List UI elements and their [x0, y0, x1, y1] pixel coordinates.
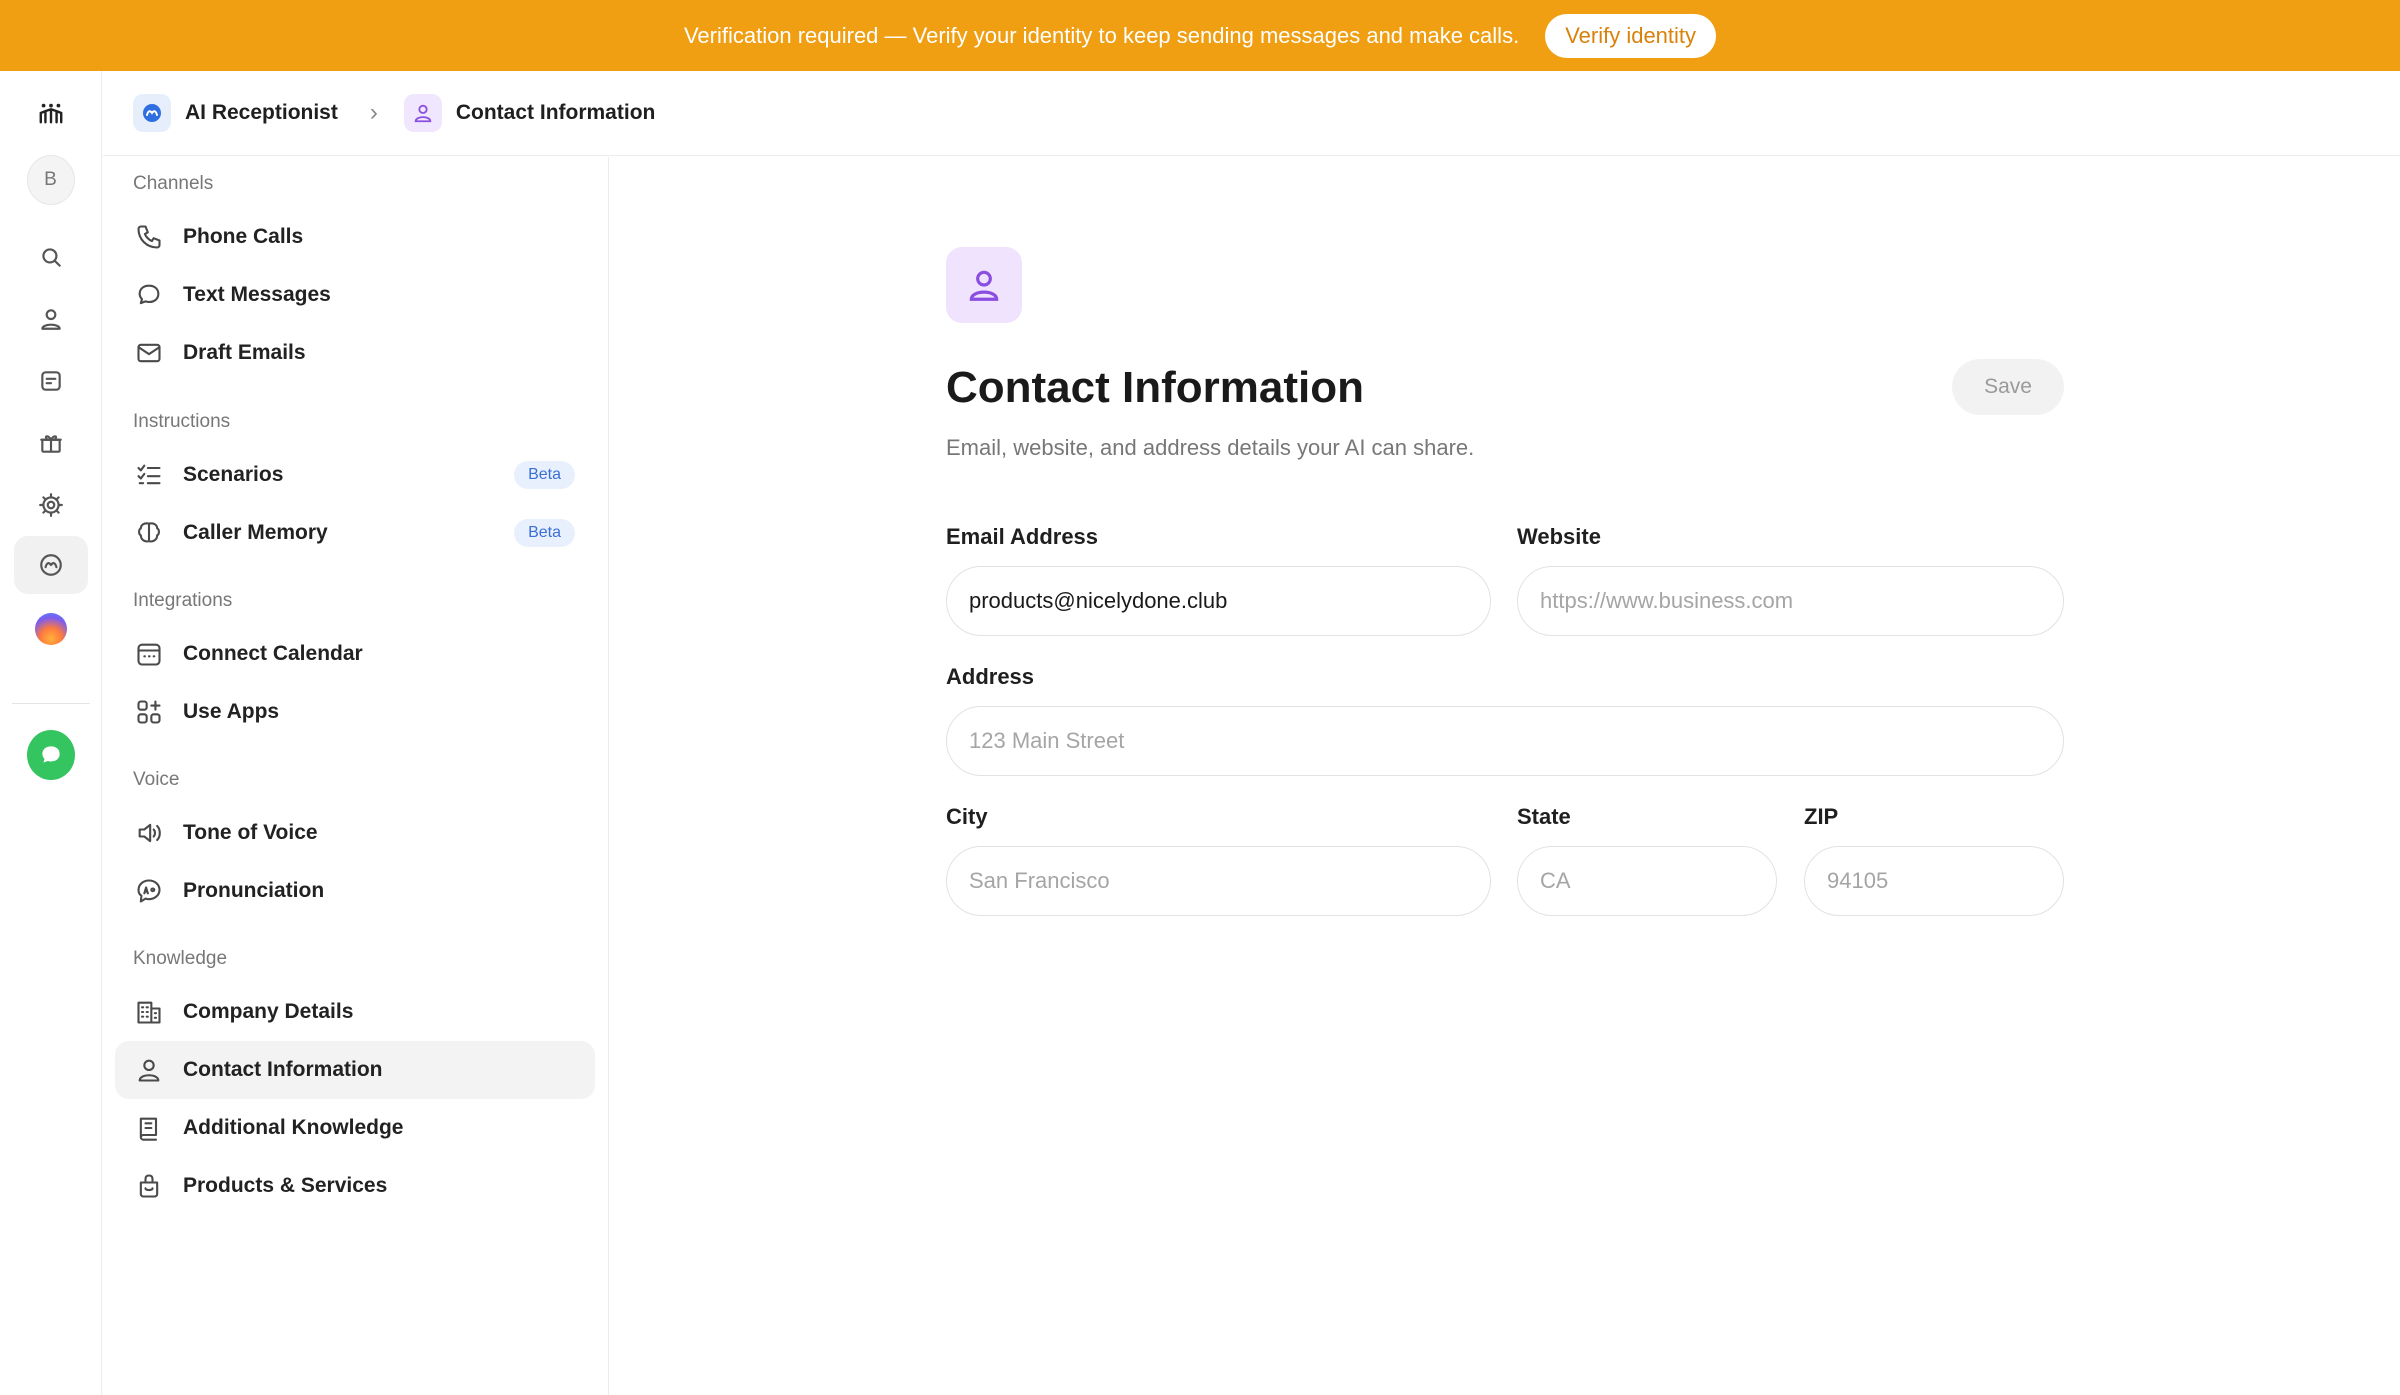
beta-badge: Beta — [514, 519, 575, 547]
icon-rail: B — [0, 71, 102, 1395]
save-button[interactable]: Save — [1952, 359, 2064, 415]
menu-item-products-services[interactable]: Products & Services — [115, 1157, 595, 1215]
menu-item-scenarios[interactable]: Scenarios Beta — [115, 446, 595, 504]
account-avatar[interactable]: B — [26, 155, 75, 205]
menu-item-additional-knowledge[interactable]: Additional Knowledge — [115, 1099, 595, 1157]
address-label: Address — [946, 664, 1035, 689]
phone-icon — [135, 223, 163, 251]
menu-item-text-messages[interactable]: Text Messages — [115, 266, 595, 324]
orb-icon[interactable] — [27, 605, 75, 653]
speaker-icon — [135, 819, 163, 847]
person-icon — [403, 94, 442, 132]
section-integrations: Integrations — [133, 590, 233, 611]
avatar: B — [26, 155, 75, 205]
zip-field[interactable] — [1804, 846, 2064, 916]
mail-icon — [135, 339, 163, 367]
city-field[interactable] — [946, 846, 1491, 916]
apps-icon — [135, 698, 163, 726]
state-label: State — [1517, 804, 1571, 829]
website-field[interactable] — [1517, 566, 2064, 636]
menu-item-use-apps[interactable]: Use Apps — [115, 683, 595, 741]
section-channels: Channels — [133, 173, 214, 194]
person-icon — [946, 247, 1022, 323]
chat-bubble-icon — [135, 281, 163, 309]
website-label: Website — [1517, 524, 1601, 549]
breadcrumb-current-label: Contact Information — [455, 101, 656, 124]
chat-button — [26, 730, 75, 780]
menu-item-phone-calls[interactable]: Phone Calls — [115, 208, 595, 266]
breadcrumb-root-label: AI Receptionist — [185, 101, 338, 124]
pronunciation-icon — [135, 877, 163, 905]
basket-icon — [135, 1172, 163, 1200]
menu-item-contact-information[interactable]: Contact Information — [115, 1041, 595, 1099]
verification-banner: Verification required — Verify your iden… — [0, 0, 2400, 71]
chat-icon[interactable] — [26, 730, 75, 780]
section-knowledge: Knowledge — [133, 948, 228, 969]
menu-item-caller-memory[interactable]: Caller Memory Beta — [115, 504, 595, 562]
search-icon[interactable] — [27, 233, 75, 281]
building-icon — [135, 998, 163, 1026]
breadcrumb-root[interactable]: AI Receptionist — [133, 94, 338, 132]
receptionist-icon[interactable] — [13, 536, 88, 594]
person-icon[interactable] — [27, 295, 75, 343]
checklist-icon — [135, 461, 163, 489]
breadcrumb-current: Contact Information — [403, 94, 656, 132]
beta-badge: Beta — [514, 461, 575, 489]
receptionist-icon — [133, 94, 171, 132]
brain-icon — [135, 519, 163, 547]
chevron-right-icon: › — [369, 99, 378, 126]
banner-text: Verification required — Verify your iden… — [683, 22, 1520, 48]
menu-item-draft-emails[interactable]: Draft Emails — [115, 324, 595, 382]
menu-item-pronunciation[interactable]: Pronunciation — [115, 862, 595, 920]
note-icon[interactable] — [27, 357, 75, 405]
orb — [34, 613, 67, 645]
settings-menu: Channels Phone Calls Text Messages Draft… — [103, 157, 609, 1395]
person-icon — [135, 1056, 163, 1084]
rail-divider — [12, 703, 90, 704]
calendar-icon — [135, 640, 163, 668]
verify-identity-button[interactable]: Verify identity — [1545, 13, 1717, 58]
menu-item-connect-calendar[interactable]: Connect Calendar — [115, 625, 595, 683]
state-field[interactable] — [1517, 846, 1777, 916]
settings-icon[interactable] — [27, 481, 75, 529]
breadcrumb: AI Receptionist › Contact Information — [103, 71, 2400, 156]
contact-information-panel: Contact Information Email, website, and … — [610, 157, 2400, 1395]
zip-label: ZIP — [1804, 804, 1839, 829]
section-instructions: Instructions — [133, 411, 231, 432]
logo-icon[interactable] — [27, 89, 75, 137]
section-voice: Voice — [133, 769, 180, 790]
book-icon — [135, 1114, 163, 1142]
email-label: Email Address — [946, 524, 1099, 549]
menu-item-company-details[interactable]: Company Details — [115, 983, 595, 1041]
city-label: City — [946, 804, 988, 829]
address-field[interactable] — [946, 706, 2064, 776]
email-field[interactable] — [946, 566, 1491, 636]
page-title: Contact Information — [946, 363, 1364, 412]
menu-item-tone-of-voice[interactable]: Tone of Voice — [115, 804, 595, 862]
gift-icon[interactable] — [27, 419, 75, 467]
page-subtitle: Email, website, and address details your… — [946, 435, 1475, 460]
